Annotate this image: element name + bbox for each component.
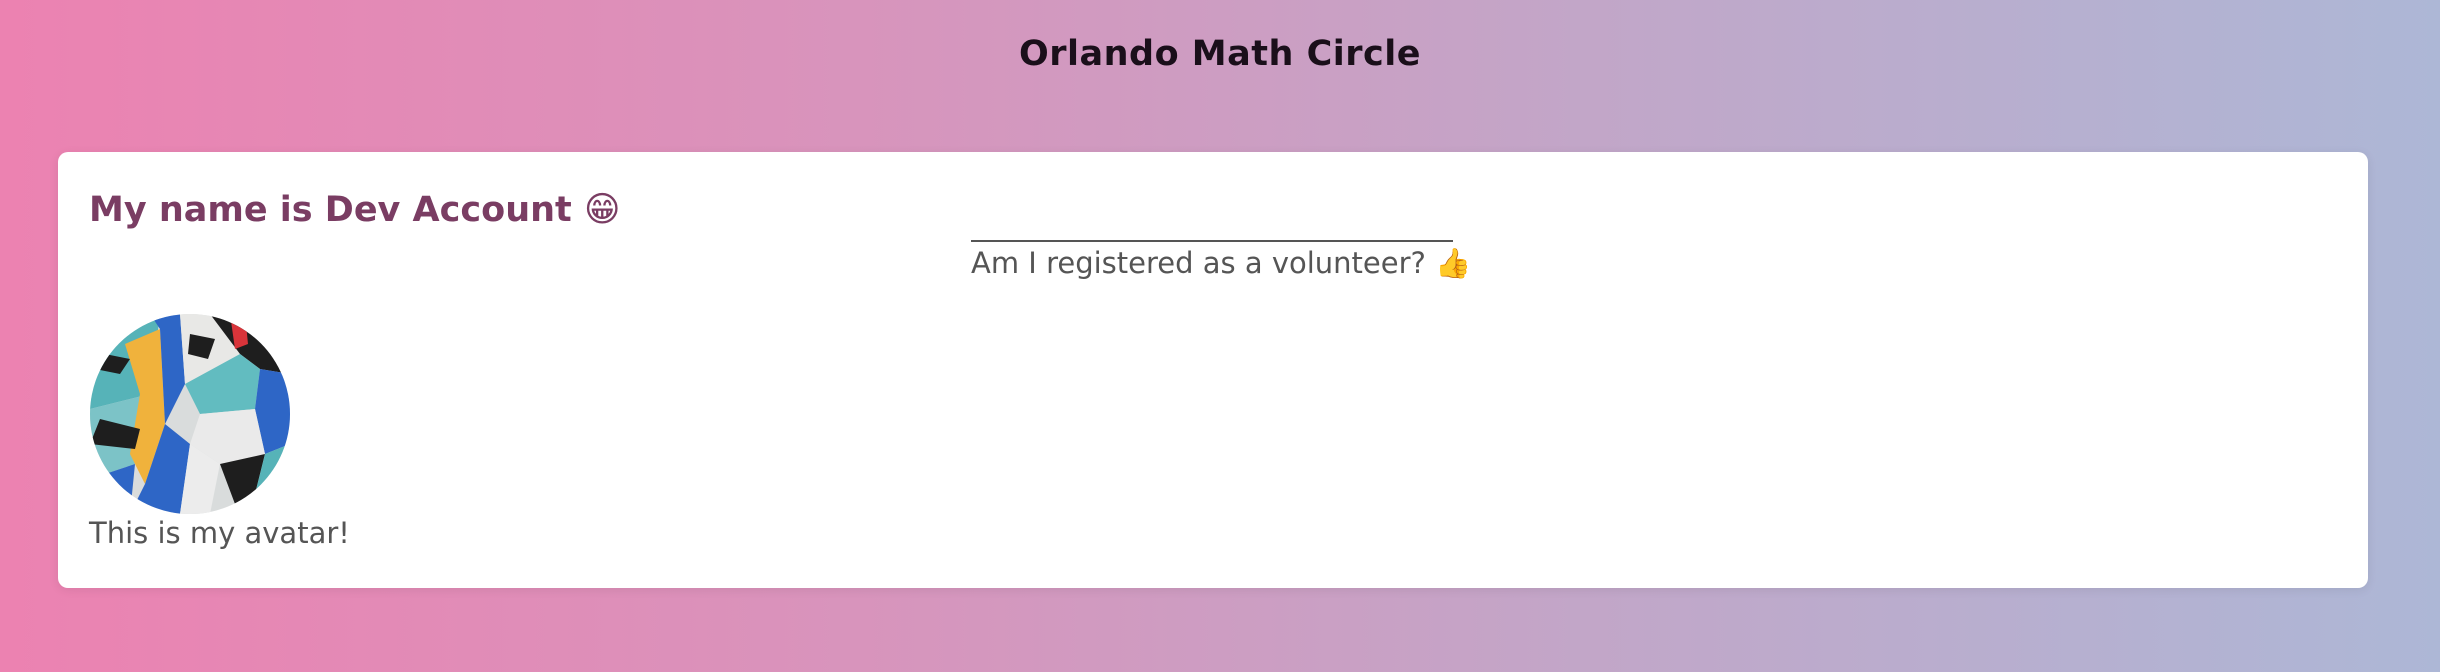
divider: [971, 240, 1453, 242]
avatar-caption: This is my avatar!: [89, 516, 350, 550]
volunteer-status: Am I registered as a volunteer? 👍: [971, 240, 1472, 281]
profile-card: My name is Dev Account 😁 Am I registered…: [58, 152, 2368, 588]
avatar-image: [90, 314, 290, 514]
profile-name-heading: My name is Dev Account 😁: [89, 190, 621, 230]
volunteer-question: Am I registered as a volunteer? 👍: [971, 246, 1472, 280]
site-title: Orlando Math Circle: [1018, 34, 1422, 74]
avatar: [90, 314, 290, 514]
